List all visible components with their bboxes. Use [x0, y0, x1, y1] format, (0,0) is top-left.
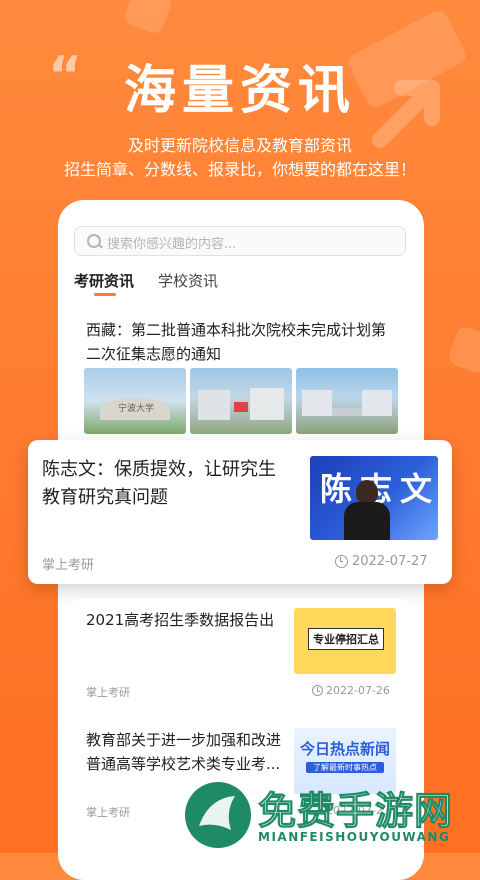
article-title-line1: 2021高考招生季数据报告出: [86, 611, 275, 629]
campus-gate-image: 宁波大学: [84, 368, 186, 434]
decor-square-top: [122, 0, 174, 36]
article-card[interactable]: 西藏：第二批普通本科批次院校未完成计划第 二次征集志愿的通知 宁波大学: [74, 306, 406, 446]
decor-square-small: [446, 324, 480, 376]
tab-school-news[interactable]: 学校资讯: [158, 270, 218, 291]
search-input[interactable]: 搜索你感兴趣的内容...: [74, 226, 406, 256]
article-title-line2: 二次征集志愿的通知: [86, 345, 222, 363]
hero-subtitle-line2: 招生简章、分数线、报录比，你想要的都在这里！: [63, 160, 416, 179]
featured-article-card[interactable]: 陈志文：保质提效，让研究生 教育研究真问题 陈志文 掌上考研 2022-07-2…: [28, 440, 452, 584]
featured-source: 掌上考研: [42, 558, 95, 573]
article-title-line2: 普通高等学校艺术类专业考...: [86, 755, 281, 773]
watermark-title: 免费手游网: [257, 789, 454, 834]
tab-active-indicator: [94, 293, 116, 296]
featured-title-line2: 教育研究真问题: [42, 487, 168, 508]
search-placeholder: 搜索你感兴趣的内容...: [107, 237, 237, 252]
article-source: 掌上考研: [86, 686, 130, 699]
campus-gate-sign: 宁波大学: [117, 404, 154, 414]
hero-subtitle-line1: 及时更新院校信息及教育部资讯: [127, 136, 352, 155]
article-title-line1: 教育部关于进一步加强和改进: [86, 731, 282, 749]
article-date: 2022-07-26: [326, 684, 390, 697]
speaker-figure: [356, 480, 378, 504]
article-thumbnail-subtitle: 了解最新时事热点: [306, 762, 384, 773]
campus-aerial-image-2: [296, 368, 398, 434]
featured-date: 2022-07-27: [352, 554, 428, 569]
watermark-logo-icon: [185, 782, 251, 848]
search-icon: [87, 234, 101, 248]
watermark-subtitle: MIANFEISHOUYOUWANG: [258, 830, 451, 844]
article-thumbnail-label: 专业停招汇总: [308, 628, 384, 650]
article-card[interactable]: 2021高考招生季数据报告出 专业停招汇总 掌上考研 2022-07-26: [74, 598, 406, 706]
article-title-line1: 西藏：第二批普通本科批次院校未完成计划第: [86, 321, 387, 339]
article-thumbnail: 专业停招汇总: [294, 608, 396, 674]
article-source: 掌上考研: [86, 806, 130, 819]
featured-thumbnail: 陈志文: [310, 456, 438, 540]
speaker-body: [344, 502, 390, 540]
article-thumbnail-title: 今日热点新闻: [299, 740, 390, 758]
campus-aerial-image-1: [190, 368, 292, 434]
tab-kaoyan-news[interactable]: 考研资讯: [74, 270, 134, 291]
clock-icon: [312, 685, 323, 696]
featured-title-line1: 陈志文：保质提效，让研究生: [42, 459, 276, 480]
hero-title: 海量资讯: [123, 61, 356, 121]
clock-icon: [335, 555, 348, 568]
